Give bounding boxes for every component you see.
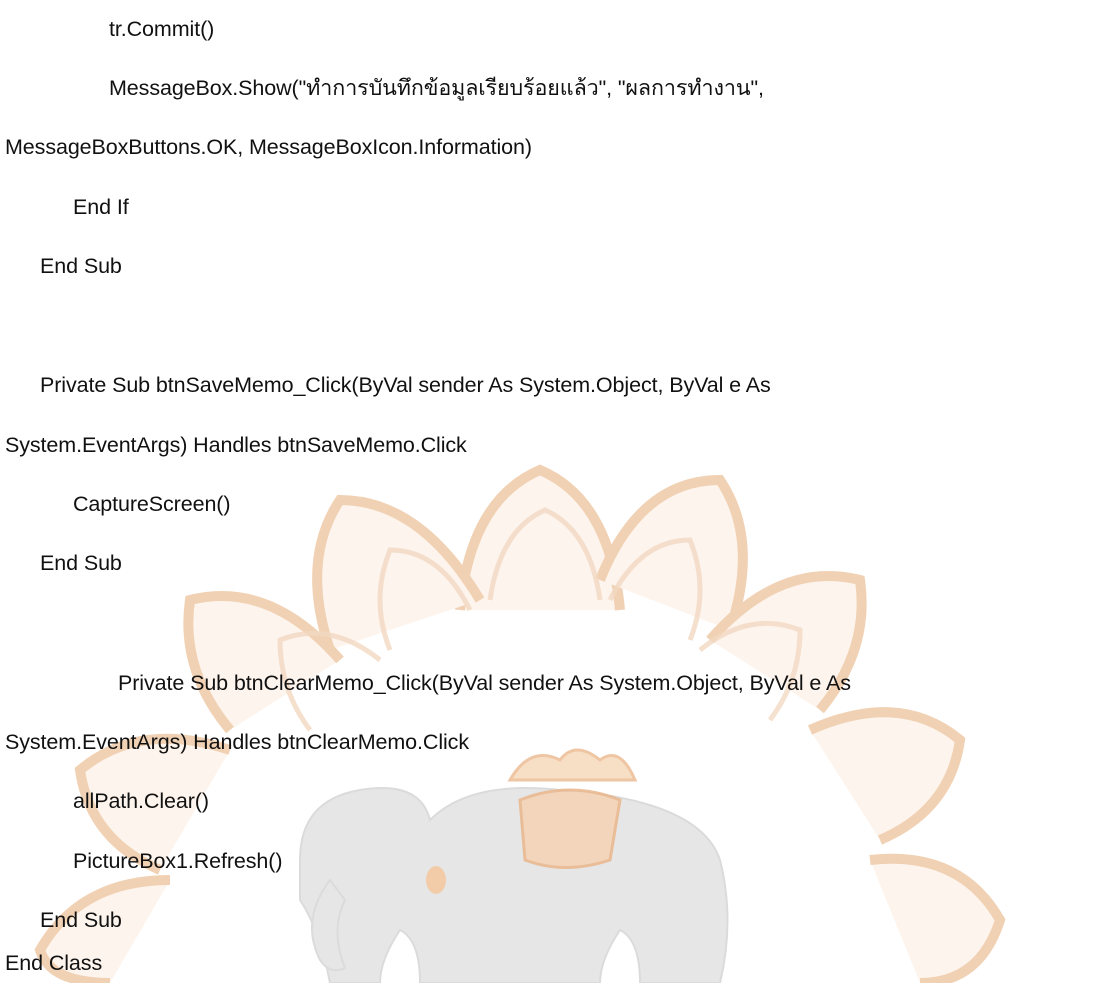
code-line: End Sub bbox=[40, 551, 122, 575]
code-line: tr.Commit() bbox=[109, 17, 215, 41]
code-line: System.EventArgs) Handles btnSaveMemo.Cl… bbox=[5, 433, 467, 457]
code-line: PictureBox1.Refresh() bbox=[73, 849, 283, 873]
code-line: End Sub bbox=[40, 908, 122, 932]
code-line: Private Sub btnClearMemo_Click(ByVal sen… bbox=[118, 671, 851, 695]
code-line: Private Sub btnSaveMemo_Click(ByVal send… bbox=[40, 373, 771, 397]
code-listing: tr.Commit() MessageBox.Show("ทำการบันทึก… bbox=[0, 0, 1107, 983]
code-line: End Class bbox=[5, 951, 103, 975]
code-line: System.EventArgs) Handles btnClearMemo.C… bbox=[5, 730, 469, 754]
code-line: End Sub bbox=[40, 254, 122, 278]
code-line: End If bbox=[73, 195, 129, 219]
code-line: CaptureScreen() bbox=[73, 492, 231, 516]
code-line: MessageBoxButtons.OK, MessageBoxIcon.Inf… bbox=[5, 135, 532, 159]
code-line: allPath.Clear() bbox=[73, 789, 209, 813]
code-line: MessageBox.Show("ทำการบันทึกข้อมูลเรียบร… bbox=[109, 76, 764, 100]
